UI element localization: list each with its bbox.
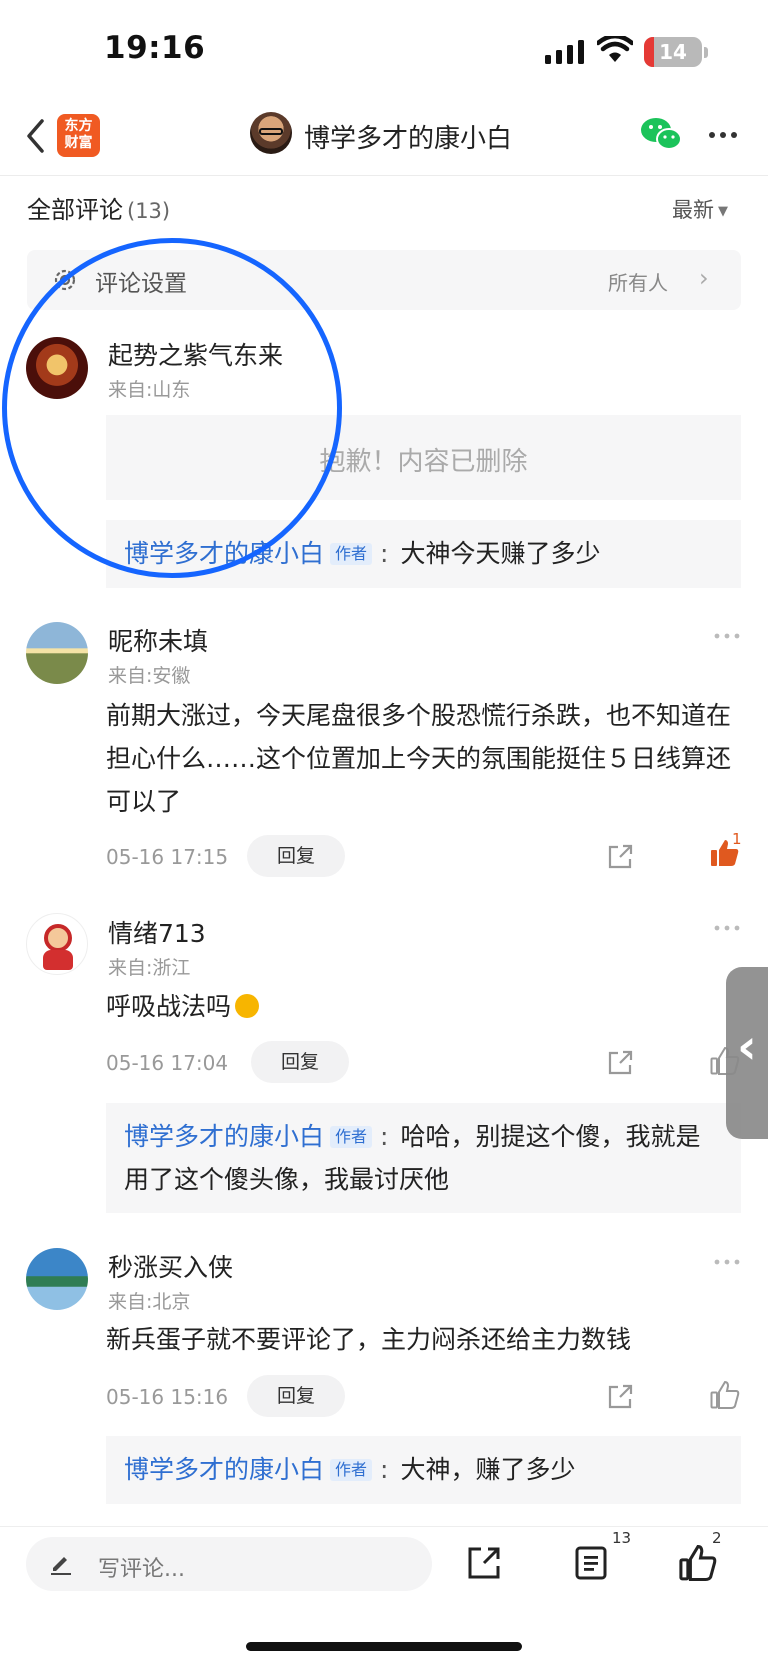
sort-label: 最新 [672,198,714,222]
author-badge: 作者 [330,1459,373,1481]
share-icon[interactable] [606,1049,634,1077]
cellular-signal-icon [545,40,584,64]
author-badge: 作者 [330,543,373,565]
avatar[interactable] [26,622,88,684]
comments-title: 全部评论 [27,196,123,224]
wifi-icon [597,36,633,62]
bottom-bar: 写评论... 13 2 [0,1526,768,1665]
home-indicator [246,1642,522,1651]
author-avatar[interactable] [250,112,292,154]
author-badge: 作者 [330,1126,373,1148]
share-icon[interactable] [606,843,634,871]
more-options-icon[interactable] [712,628,742,644]
side-panel-handle[interactable]: ‹ [726,967,768,1139]
battery-percent: 14 [659,40,687,64]
annotation-circle [2,238,342,578]
comment-username[interactable]: 秒涨买入侠 [108,1248,233,1284]
avatar[interactable] [26,913,88,975]
battery-indicator: 14 [644,37,702,67]
avatar[interactable] [26,1248,88,1310]
status-time: 19:16 [104,30,206,66]
comment-text: 新兵蛋子就不要评论了，主力闷杀还给主力数钱 [106,1325,632,1354]
caret-down-icon: ▼ [718,204,728,219]
reply-colon: : [380,1122,389,1151]
comment-body: 呼吸战法吗 [106,985,741,1028]
comments-count: (13) [127,199,171,223]
smiley-emoji-icon [235,994,260,1018]
nav-bar: 东方 财富 博学多才的康小白 [0,100,768,176]
reply-button[interactable]: 回复 [251,1041,349,1083]
like-count: 1 [732,830,742,848]
chevron-left-icon[interactable] [22,116,50,156]
status-bar: 19:16 14 [0,0,768,100]
comments-list-icon[interactable] [573,1545,609,1581]
write-comment-placeholder: 写评论... [98,1557,185,1582]
comment-username[interactable]: 昵称未填 [108,622,208,658]
page-title[interactable]: 博学多才的康小白 [304,118,512,155]
reply-author[interactable]: 博学多才的康小白 [124,1455,324,1484]
chevron-right-icon: › [699,264,709,292]
settings-value: 所有人 [608,271,668,295]
reply-button[interactable]: 回复 [247,835,345,877]
comment-text: 呼吸战法吗 [106,992,232,1021]
reply-author[interactable]: 博学多才的康小白 [124,1122,324,1151]
wechat-icon[interactable] [640,116,682,152]
comment-location: 来自:安徽 [108,665,191,687]
more-icon[interactable] [706,120,740,150]
comment-location: 来自:浙江 [108,957,191,979]
thumbs-up-icon[interactable] [710,1380,740,1410]
comment-location: 来自:北京 [108,1291,191,1313]
comments-header: 全部评论 (13) [27,190,170,225]
comment-time: 05-16 15:16 [106,1385,229,1409]
more-options-icon[interactable] [712,920,742,936]
reply-text: 大神，赚了多少 [400,1455,576,1484]
app-logo[interactable]: 东方 财富 [57,114,100,157]
more-options-icon[interactable] [712,1254,742,1270]
comment-username[interactable]: 情绪713 [108,914,206,950]
comment-time: 05-16 17:04 [106,1051,229,1075]
comment-text: 前期大涨过，今天尾盘很多个股恐慌行杀跌，也不知道在担心什么……这个位置加上今天的… [106,701,732,816]
comment-count-badge: 13 [612,1529,632,1547]
chevron-left-icon: ‹ [737,1019,757,1075]
thumbs-up-icon[interactable] [679,1544,717,1582]
battery-cap [704,47,708,58]
comment-time: 05-16 17:15 [106,845,229,869]
share-icon[interactable] [606,1383,634,1411]
write-comment-input[interactable]: 写评论... [26,1537,432,1591]
reply-colon: : [380,539,389,568]
like-count-badge: 2 [712,1529,722,1547]
share-icon[interactable] [466,1545,502,1581]
pencil-icon [51,1557,71,1575]
reply-text: 大神今天赚了多少 [400,539,601,568]
reply-button[interactable]: 回复 [247,1375,345,1417]
sort-dropdown[interactable]: 最新 ▼ [672,194,728,224]
author-reply[interactable]: 博学多才的康小白 作者: 哈哈，别提这个傻，我就是用了这个傻头像，我最讨厌他 [106,1103,741,1213]
author-reply[interactable]: 博学多才的康小白 作者: 大神，赚了多少 [106,1436,741,1504]
reply-colon: : [380,1455,389,1484]
